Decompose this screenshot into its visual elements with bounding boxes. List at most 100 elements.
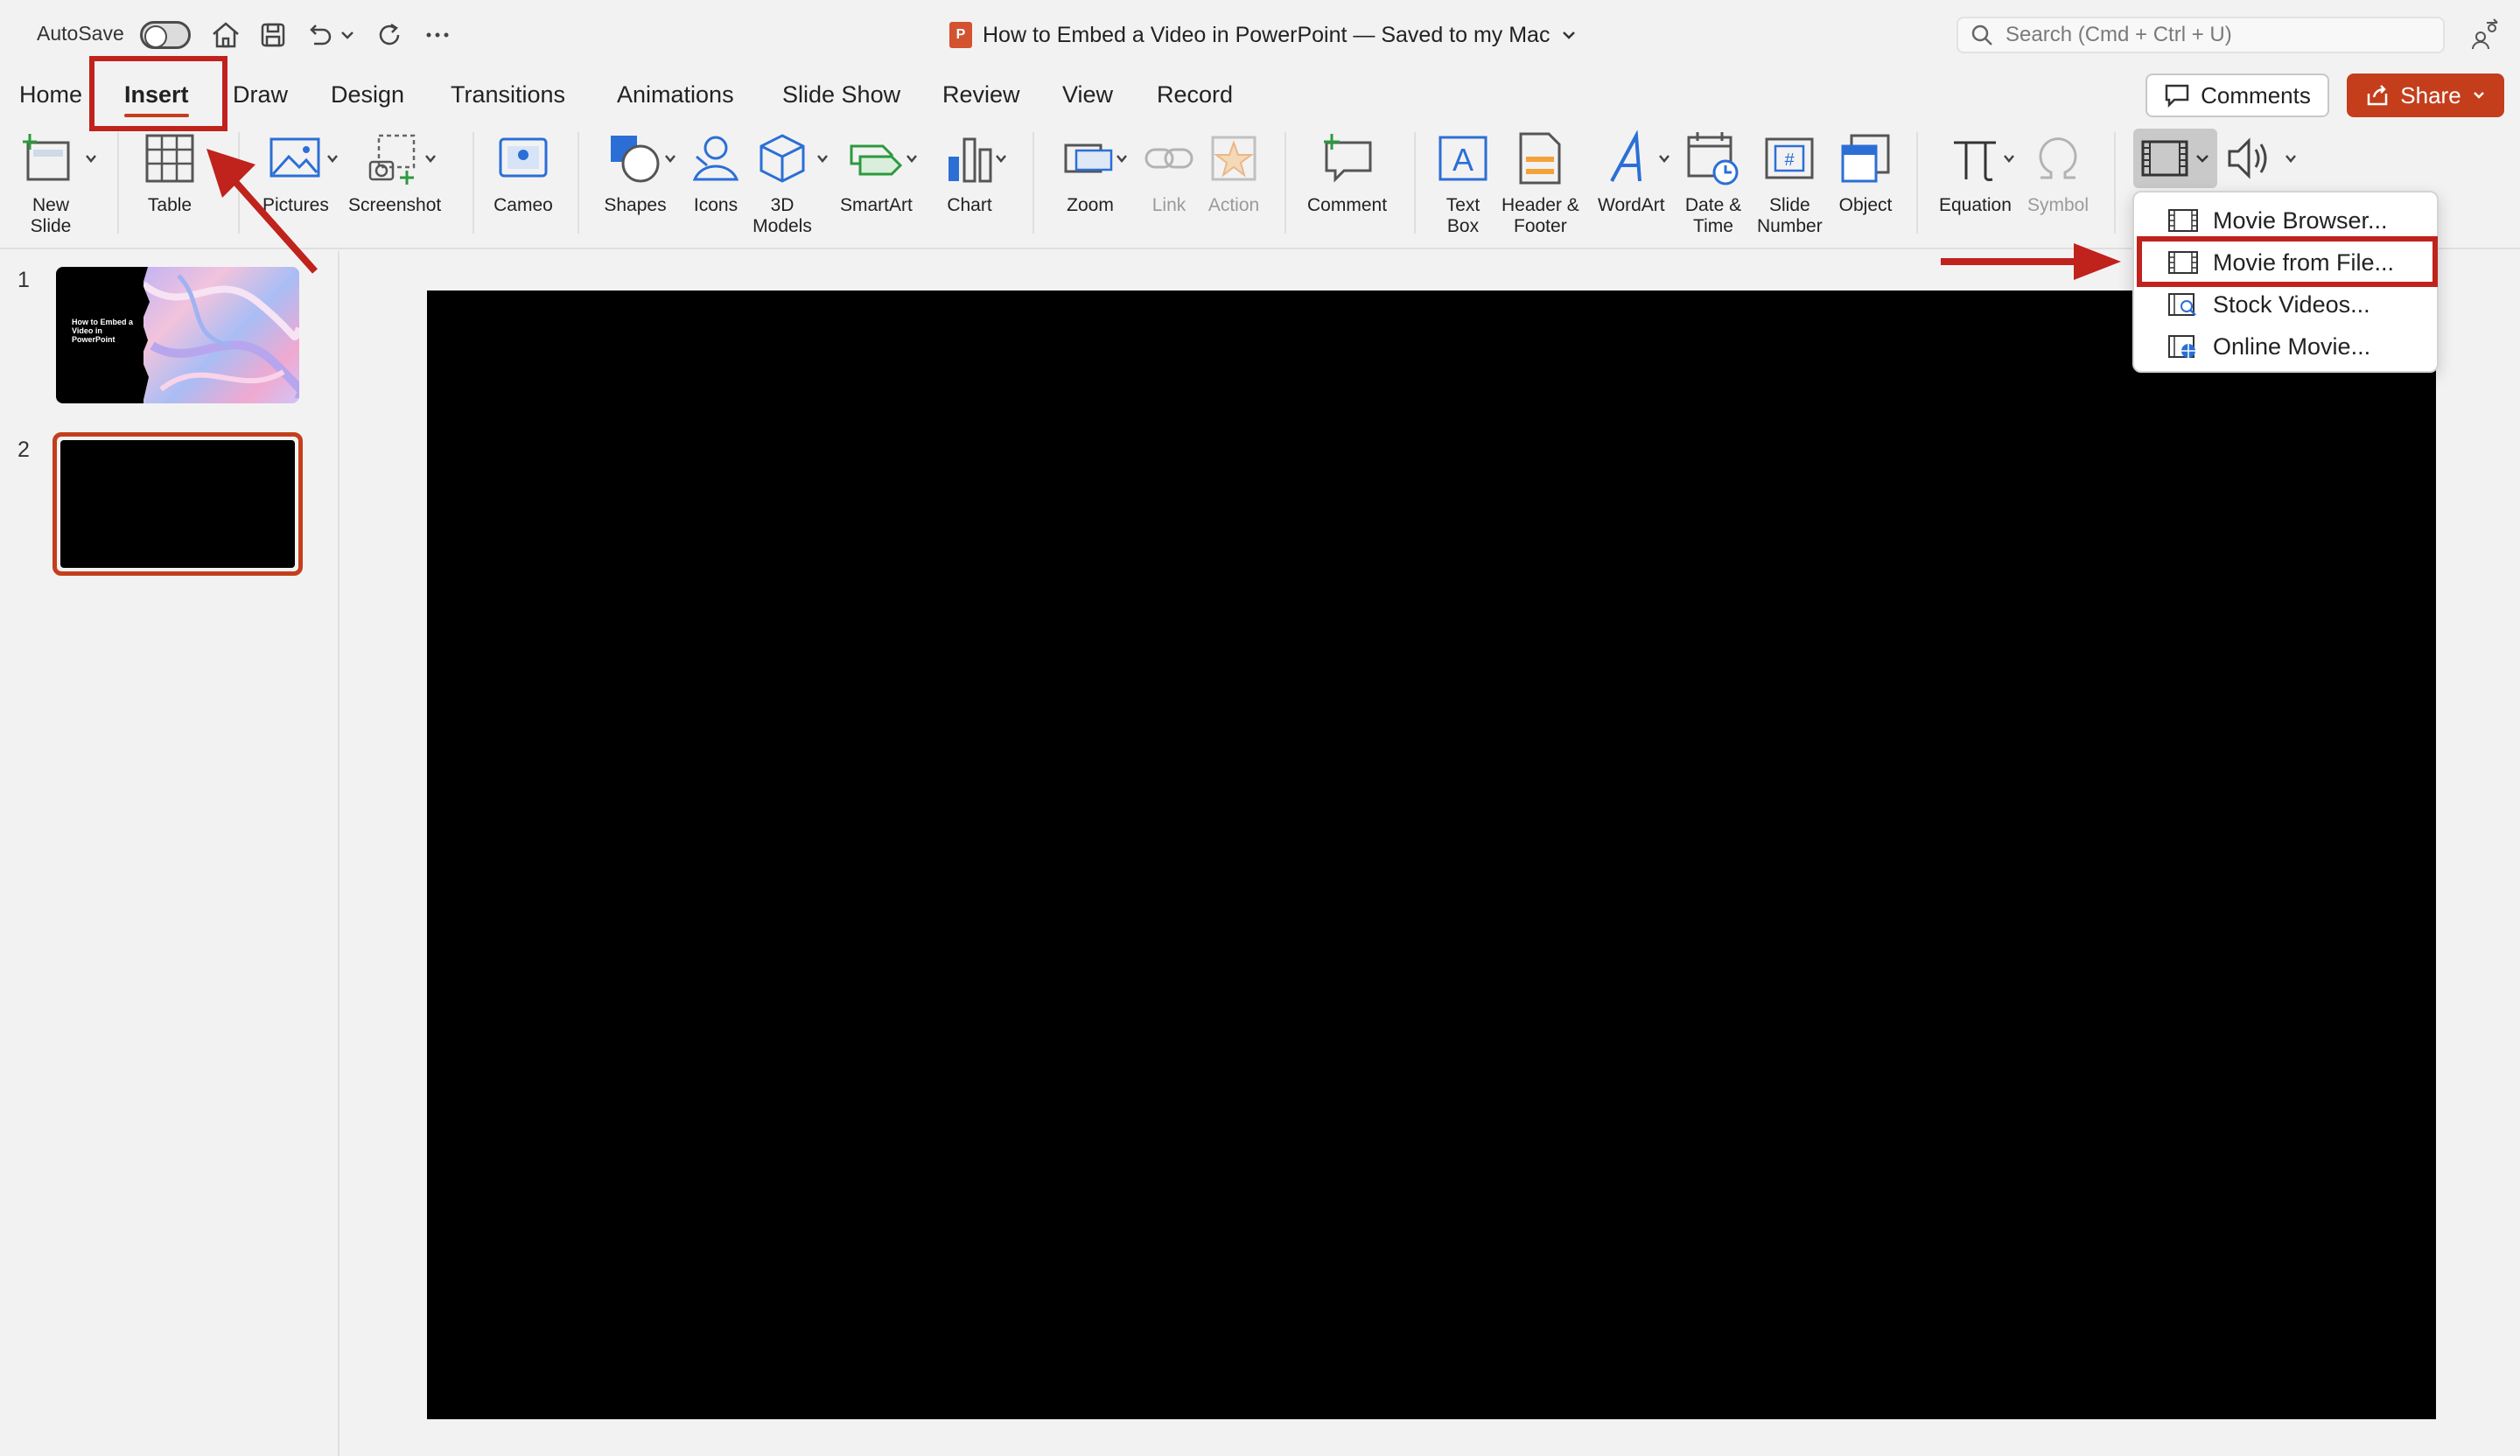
wordart-button[interactable]: WordArt bbox=[1598, 127, 1665, 216]
slide-number-label: Slide Number bbox=[1757, 195, 1823, 236]
slide-thumbnail-2-content bbox=[60, 440, 295, 568]
chevron-down-icon[interactable] bbox=[816, 151, 830, 165]
slide-thumbnail-1[interactable]: How to Embed a Video in PowerPoint bbox=[56, 267, 299, 403]
menu-item-stock-videos[interactable]: Stock Videos... bbox=[2167, 285, 2370, 324]
tab-transitions[interactable]: Transitions bbox=[451, 77, 565, 112]
cameo-icon bbox=[499, 137, 548, 178]
3d-models-button[interactable]: 3D Models bbox=[751, 127, 814, 237]
chevron-down-icon[interactable] bbox=[326, 151, 340, 165]
icons-button[interactable]: Icons bbox=[684, 127, 747, 216]
autosave-toggle[interactable] bbox=[140, 21, 191, 49]
ribbon-separator bbox=[238, 132, 240, 234]
share-icon bbox=[2368, 85, 2388, 106]
tab-view[interactable]: View bbox=[1062, 77, 1113, 112]
equation-button[interactable]: Equation bbox=[1939, 127, 2012, 216]
chart-icon bbox=[948, 137, 992, 183]
comment-button[interactable]: Comment bbox=[1307, 127, 1387, 216]
ribbon-separator bbox=[1284, 132, 1286, 234]
tab-home[interactable]: Home bbox=[19, 77, 82, 112]
shapes-button[interactable]: Shapes bbox=[604, 127, 667, 216]
stock-video-search-icon bbox=[2168, 293, 2196, 316]
chart-button[interactable]: Chart bbox=[938, 127, 1001, 216]
share-button[interactable]: Share bbox=[2347, 74, 2504, 117]
search-box[interactable] bbox=[1956, 17, 2445, 53]
pictures-icon bbox=[270, 137, 320, 178]
link-icon bbox=[1144, 148, 1194, 169]
tab-draw[interactable]: Draw bbox=[233, 77, 288, 112]
ribbon-separator bbox=[472, 132, 474, 234]
screenshot-button[interactable]: Screenshot bbox=[348, 127, 441, 216]
zoom-icon bbox=[1064, 144, 1113, 173]
slide-number-button[interactable]: # Slide Number bbox=[1757, 127, 1823, 237]
tab-slide-show[interactable]: Slide Show bbox=[782, 77, 900, 112]
share-button-label: Share bbox=[2400, 81, 2461, 108]
icons-gallery-icon bbox=[692, 136, 739, 181]
chevron-down-icon[interactable] bbox=[2284, 151, 2298, 165]
3d-models-label: 3D Models bbox=[752, 195, 812, 236]
smartart-button[interactable]: SmartArt bbox=[840, 127, 913, 216]
more-options-icon[interactable] bbox=[420, 18, 455, 52]
action-label: Action bbox=[1208, 195, 1260, 215]
object-button[interactable]: Object bbox=[1834, 127, 1897, 216]
menu-item-online-movie[interactable]: Online Movie... bbox=[2167, 327, 2370, 366]
tab-animations[interactable]: Animations bbox=[617, 77, 734, 112]
powerpoint-icon: P bbox=[949, 22, 972, 48]
add-comment-icon bbox=[1323, 134, 1372, 183]
film-strip-icon bbox=[2168, 209, 2198, 232]
table-button[interactable]: Table bbox=[138, 127, 201, 216]
chevron-down-icon[interactable] bbox=[1657, 151, 1671, 165]
menu-item-movie-browser[interactable]: Movie Browser... bbox=[2167, 201, 2388, 240]
ribbon-tabs: Home Insert Draw Design Transitions Anim… bbox=[0, 70, 2520, 117]
pictures-button[interactable]: Pictures bbox=[262, 127, 329, 216]
action-button[interactable]: Action bbox=[1202, 127, 1265, 216]
slide-thumbnail-2[interactable] bbox=[52, 432, 303, 576]
tab-review[interactable]: Review bbox=[942, 77, 1020, 112]
wordart-label: WordArt bbox=[1598, 195, 1665, 215]
chevron-down-icon[interactable] bbox=[905, 151, 919, 165]
table-icon bbox=[145, 134, 194, 183]
current-slide[interactable] bbox=[427, 290, 2436, 1419]
home-icon[interactable] bbox=[208, 18, 243, 52]
header-footer-button[interactable]: Header & Footer bbox=[1502, 127, 1579, 237]
text-box-button[interactable]: A Text Box bbox=[1432, 127, 1494, 237]
document-title[interactable]: P How to Embed a Video in PowerPoint — S… bbox=[949, 19, 1578, 51]
video-button[interactable] bbox=[2133, 129, 2217, 188]
search-input[interactable] bbox=[2006, 23, 2426, 47]
thumbnail-title: How to Embed a Video in PowerPoint bbox=[72, 318, 134, 344]
audio-icon[interactable] bbox=[2224, 134, 2273, 183]
share-people-icon[interactable] bbox=[2468, 18, 2502, 52]
shapes-icon bbox=[611, 136, 660, 183]
screenshot-icon bbox=[368, 134, 416, 185]
symbol-label: Symbol bbox=[2026, 195, 2090, 215]
tab-design[interactable]: Design bbox=[331, 77, 404, 112]
slide-number-icon: # bbox=[1765, 137, 1814, 179]
symbol-button[interactable]: Symbol bbox=[2026, 127, 2090, 216]
chevron-down-icon[interactable] bbox=[2002, 151, 2016, 165]
cameo-label: Cameo bbox=[494, 195, 553, 215]
new-slide-button[interactable]: New Slide bbox=[19, 127, 82, 237]
chevron-down-icon[interactable] bbox=[84, 151, 98, 165]
object-label: Object bbox=[1838, 195, 1893, 215]
redo-icon[interactable] bbox=[372, 18, 407, 52]
omega-symbol-icon bbox=[2039, 137, 2077, 179]
chevron-down-icon[interactable] bbox=[424, 151, 438, 165]
menu-item-label: Stock Videos... bbox=[2213, 290, 2370, 318]
text-box-icon: A bbox=[1438, 136, 1488, 181]
menu-item-label: Online Movie... bbox=[2213, 332, 2371, 360]
link-button[interactable]: Link bbox=[1138, 127, 1200, 216]
ribbon-separator bbox=[578, 132, 579, 234]
cameo-button[interactable]: Cameo bbox=[492, 127, 555, 216]
tab-record[interactable]: Record bbox=[1157, 77, 1233, 112]
chevron-down-icon[interactable] bbox=[663, 151, 677, 165]
svg-text:A: A bbox=[1452, 142, 1474, 178]
date-time-button[interactable]: Date & Time bbox=[1682, 127, 1745, 237]
undo-dropdown-chevron-icon[interactable] bbox=[339, 18, 356, 52]
chevron-down-icon[interactable] bbox=[1115, 151, 1129, 165]
screenshot-label: Screenshot bbox=[348, 195, 442, 215]
save-icon[interactable] bbox=[256, 18, 290, 52]
undo-icon[interactable] bbox=[302, 18, 337, 52]
chevron-down-icon[interactable] bbox=[994, 151, 1008, 165]
zoom-button[interactable]: Zoom bbox=[1059, 127, 1122, 216]
header-footer-icon bbox=[1519, 132, 1561, 185]
comments-button[interactable]: Comments bbox=[2146, 74, 2329, 117]
